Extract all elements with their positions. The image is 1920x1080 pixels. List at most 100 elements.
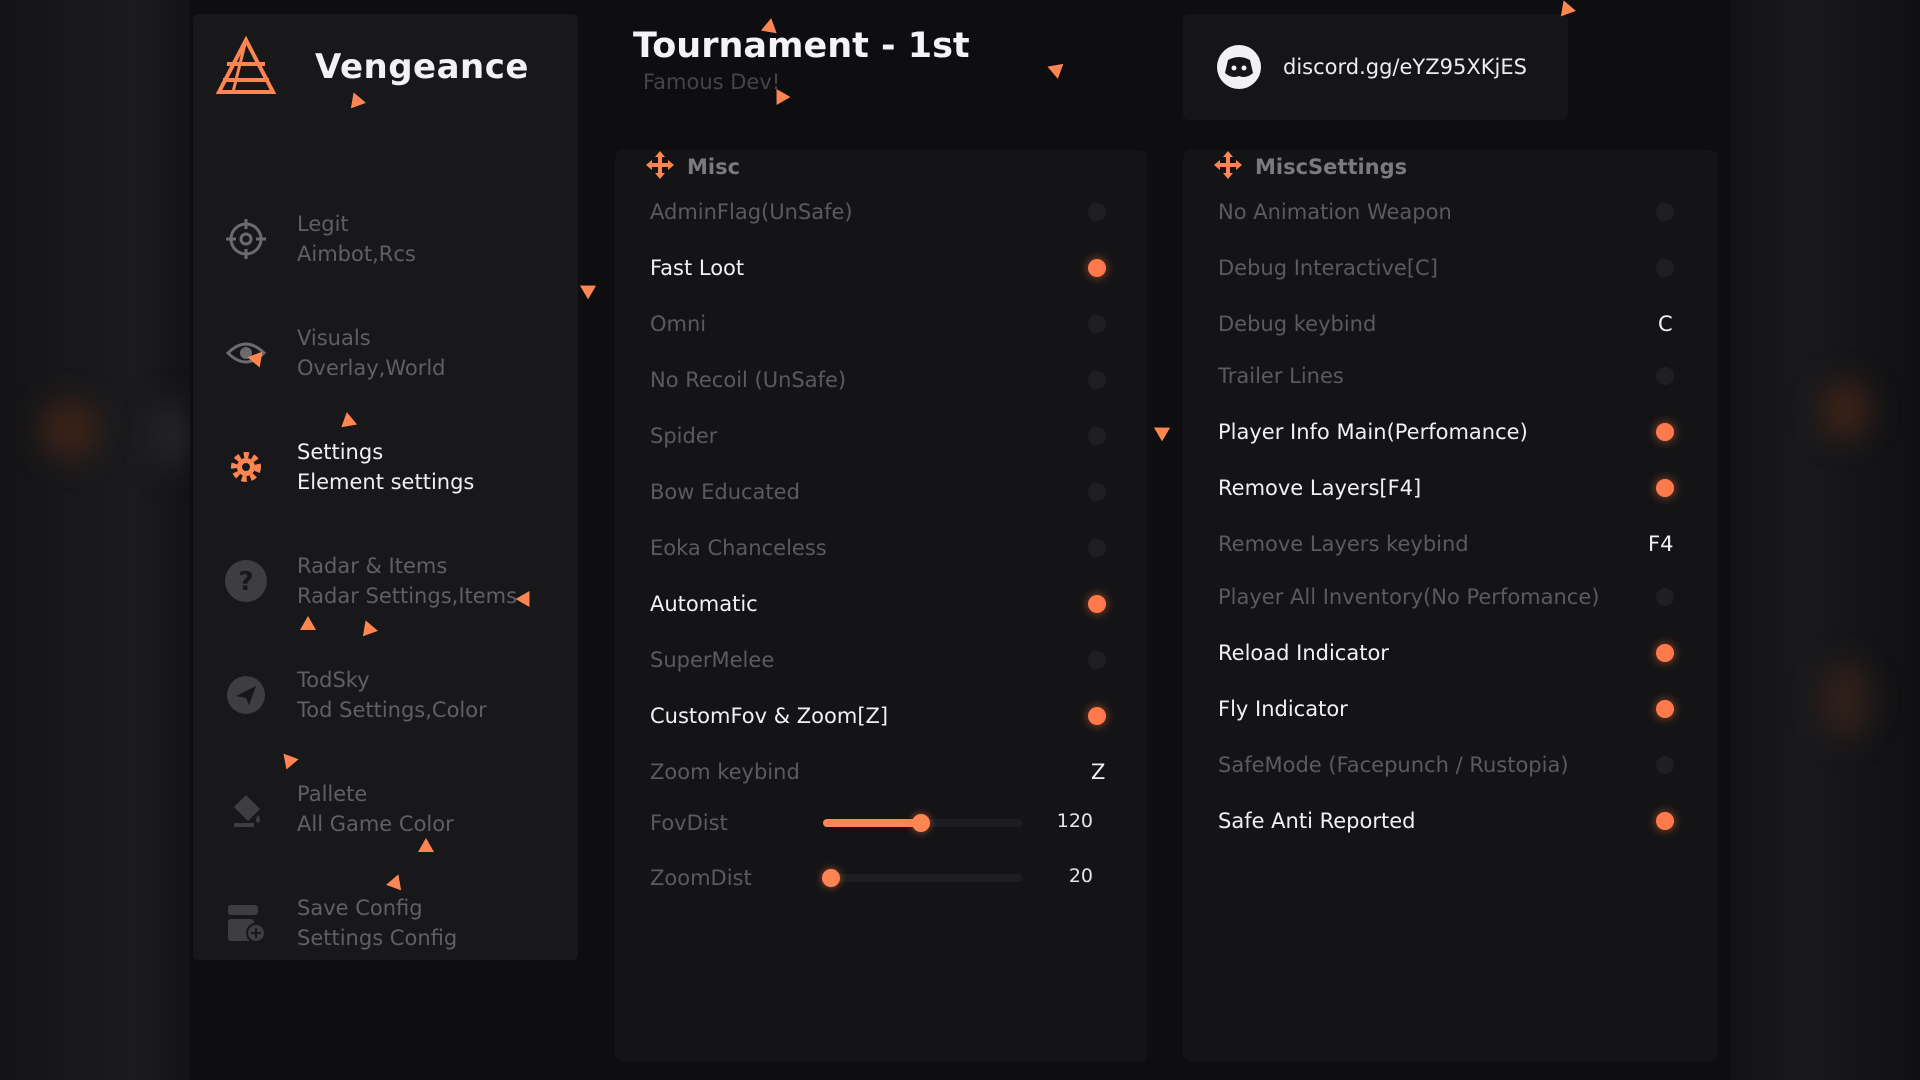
ms-row-remove-layers-keybind: Remove Layers keybind (1218, 524, 1469, 564)
setting-label: Spider (650, 424, 718, 448)
fast-loot-toggle[interactable] (1088, 259, 1106, 277)
move-icon (645, 150, 675, 184)
automatic-toggle[interactable] (1088, 595, 1106, 613)
sidebar-item-subtitle: All Game Color (297, 812, 454, 836)
slider-fill (823, 819, 921, 827)
sidebar-item-subtitle: Overlay,World (297, 356, 446, 380)
remove-layers-toggle[interactable] (1656, 479, 1674, 497)
misc-row-automatic: Automatic (650, 584, 758, 624)
player-info-main-toggle[interactable] (1656, 423, 1674, 441)
spider-toggle[interactable] (1088, 427, 1106, 445)
no-animation-weapon-toggle[interactable] (1656, 203, 1674, 221)
trailer-lines-toggle[interactable] (1656, 367, 1674, 385)
no-recoil-toggle[interactable] (1088, 371, 1106, 389)
discord-link[interactable]: discord.gg/eYZ95XKjES (1183, 14, 1568, 120)
sidebar-item-title: TodSky (297, 668, 370, 692)
ms-row-no-animation-weapon: No Animation Weapon (1218, 192, 1452, 232)
misc-row-spider: Spider (650, 416, 717, 456)
misc-row-adminflag: AdminFlag(UnSafe) (650, 192, 853, 232)
svg-text:?: ? (238, 567, 253, 597)
omni-toggle[interactable] (1088, 315, 1106, 333)
setting-label: Remove Layers keybind (1218, 532, 1469, 556)
setting-label: Remove Layers[F4] (1218, 476, 1422, 500)
background-right (1725, 0, 1920, 1080)
misc-row-supermelee: SuperMelee (650, 640, 774, 680)
misc-row-fast-loot: Fast Loot (650, 248, 744, 288)
misc-row-bow-educated: Bow Educated (650, 472, 800, 512)
sidebar-item-subtitle: Tod Settings,Color (297, 698, 487, 722)
slider-handle[interactable] (912, 814, 930, 832)
zoom-keybind-value[interactable]: Z (1091, 760, 1105, 784)
supermelee-toggle[interactable] (1088, 651, 1106, 669)
page-subtitle: Famous Dev! (643, 70, 781, 94)
background-blur (40, 400, 100, 460)
ms-row-debug-keybind: Debug keybind (1218, 304, 1376, 344)
particle-triangle (760, 16, 780, 34)
safemode-toggle[interactable] (1656, 756, 1674, 774)
fly-indicator-toggle[interactable] (1656, 700, 1674, 718)
setting-label: CustomFov & Zoom[Z] (650, 704, 889, 728)
setting-label: Bow Educated (650, 480, 800, 504)
fovdist-slider[interactable] (823, 814, 1023, 832)
misc-row-zoom-keybind: Zoom keybind (650, 752, 800, 792)
brand: Vengeance (213, 34, 529, 100)
setting-label: Player All Inventory(No Perfomance) (1218, 585, 1600, 609)
reload-indicator-toggle[interactable] (1656, 644, 1674, 662)
player-all-inventory-toggle[interactable] (1656, 588, 1674, 606)
sidebar-item-subtitle: Aimbot,Rcs (297, 242, 416, 266)
setting-label: Eoka Chanceless (650, 536, 827, 560)
page-title: Tournament - 1st (633, 26, 970, 66)
background-blur (1820, 660, 1870, 740)
sidebar-item-title: Settings (297, 440, 384, 464)
setting-label: Debug Interactive[C] (1218, 256, 1438, 280)
sidebar-item-subtitle: Element settings (297, 470, 475, 494)
setting-label: Reload Indicator (1218, 641, 1389, 665)
sidebar-item-save-config[interactable]: Save Config Settings Config (223, 883, 553, 963)
discord-icon (1217, 45, 1261, 89)
slider-handle[interactable] (822, 869, 840, 887)
gear-icon (223, 444, 269, 490)
misc-row-zoomdist: ZoomDist (650, 858, 752, 898)
brand-name: Vengeance (315, 47, 529, 87)
ms-row-player-info-main: Player Info Main(Perfomance) (1218, 412, 1528, 452)
sidebar-item-pallete[interactable]: Pallete All Game Color (223, 769, 553, 849)
miscsettings-panel: MiscSettings No Animation Weapon Debug I… (1183, 150, 1718, 1062)
remove-layers-keybind-value[interactable]: F4 (1648, 532, 1673, 556)
bow-educated-toggle[interactable] (1088, 483, 1106, 501)
sidebar-item-title: Legit (297, 212, 349, 236)
misc-row-eoka-chanceless: Eoka Chanceless (650, 528, 827, 568)
zoomdist-slider[interactable] (822, 869, 1023, 887)
setting-label: Omni (650, 312, 707, 336)
fovdist-value: 120 (1056, 810, 1093, 832)
eoka-chanceless-toggle[interactable] (1088, 539, 1106, 557)
safe-anti-reported-toggle[interactable] (1656, 812, 1674, 830)
ms-row-safemode: SafeMode (Facepunch / Rustopia) (1218, 745, 1569, 785)
sidebar-item-subtitle: Settings Config (297, 926, 458, 950)
misc-row-omni: Omni (650, 304, 706, 344)
customfov-zoom-toggle[interactable] (1088, 707, 1106, 725)
move-icon (1213, 150, 1243, 184)
sidebar-item-visuals[interactable]: Visuals Overlay,World (223, 313, 553, 393)
particle-triangle (418, 838, 434, 852)
misc-panel-title: Misc (687, 155, 741, 179)
sidebar-item-settings[interactable]: Settings Element settings (223, 427, 553, 507)
ms-row-safe-anti-reported: Safe Anti Reported (1218, 801, 1415, 841)
setting-label: Trailer Lines (1218, 364, 1344, 388)
ms-row-remove-layers: Remove Layers[F4] (1218, 468, 1421, 508)
sidebar-item-legit[interactable]: Legit Aimbot,Rcs (223, 199, 553, 279)
setting-label: FovDist (650, 811, 728, 835)
paint-bucket-icon (223, 786, 269, 832)
misc-panel: Misc AdminFlag(UnSafe) Fast Loot Omni No… (615, 150, 1147, 1062)
debug-keybind-value[interactable]: C (1658, 312, 1673, 336)
setting-label: Player Info Main(Perfomance) (1218, 420, 1528, 444)
sidebar-item-title: Pallete (297, 782, 368, 806)
background-blur (150, 400, 190, 470)
debug-interactive-toggle[interactable] (1656, 259, 1674, 277)
sidebar-item-radar-items[interactable]: ? Radar & Items Radar Settings,Items (223, 541, 553, 621)
misc-row-customfov-zoom: CustomFov & Zoom[Z] (650, 696, 888, 736)
sidebar-item-title: Radar & Items (297, 554, 448, 578)
setting-label: Debug keybind (1218, 312, 1377, 336)
adminflag-toggle[interactable] (1088, 203, 1106, 221)
ms-row-fly-indicator: Fly Indicator (1218, 689, 1348, 729)
sidebar-item-todsky[interactable]: TodSky Tod Settings,Color (223, 655, 553, 735)
